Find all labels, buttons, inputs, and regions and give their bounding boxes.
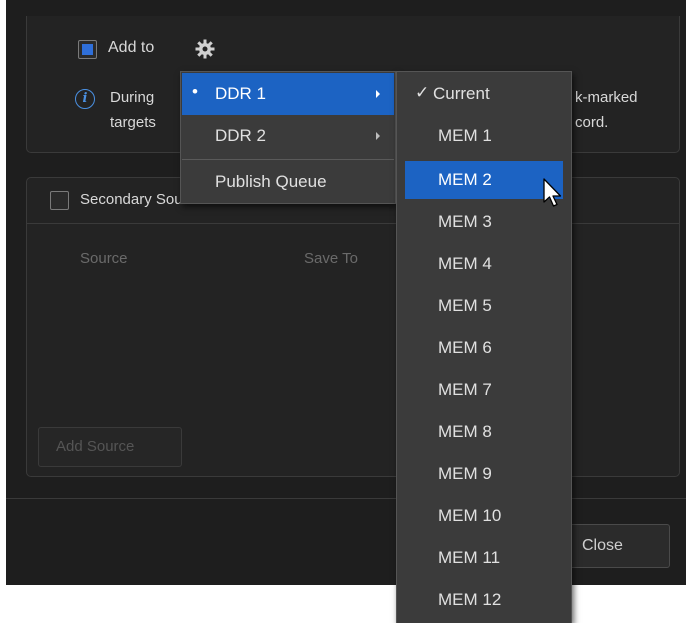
column-header-save-to: Save To <box>304 250 358 267</box>
submenu-item-mem7[interactable]: MEM 7 <box>405 371 563 409</box>
add-to-checkbox[interactable] <box>78 40 97 59</box>
menu-item-label: Publish Queue <box>215 172 327 191</box>
info-icon: i <box>75 89 95 109</box>
submenu-item-label: MEM 9 <box>438 464 492 483</box>
submenu-item-mem12[interactable]: MEM 12 <box>405 581 563 619</box>
submenu-item-label: MEM 10 <box>438 506 502 525</box>
submenu-item-label: MEM 1 <box>438 126 492 145</box>
submenu-item-mem6[interactable]: MEM 6 <box>405 329 563 367</box>
close-button[interactable]: Close <box>560 524 670 568</box>
info-text-line1: During <box>110 89 155 106</box>
submenu-item-label: MEM 5 <box>438 296 492 315</box>
menu-item-publish-queue[interactable]: Publish Queue <box>182 161 394 203</box>
info-text-line1-tail: k-marked <box>575 89 638 106</box>
menu-item-ddr1[interactable]: • DDR 1 <box>182 73 394 115</box>
info-text-line2: targets <box>110 114 156 131</box>
submenu-item-label: MEM 3 <box>438 212 492 231</box>
ddr1-submenu: ✓ Current MEM 1 MEM 2 MEM 3 MEM 4 MEM 5 … <box>396 71 572 623</box>
submenu-arrow-icon <box>376 132 380 140</box>
menu-item-ddr2[interactable]: DDR 2 <box>182 115 394 157</box>
info-text-line2-tail: cord. <box>575 114 609 131</box>
submenu-item-current[interactable]: ✓ Current <box>405 74 563 114</box>
submenu-item-label: MEM 8 <box>438 422 492 441</box>
submenu-item-label: MEM 4 <box>438 254 492 273</box>
submenu-item-mem2[interactable]: MEM 2 <box>405 161 563 199</box>
selected-bullet: • <box>192 82 198 101</box>
submenu-item-mem10[interactable]: MEM 10 <box>405 497 563 535</box>
check-icon: ✓ <box>415 83 430 102</box>
submenu-item-label: MEM 6 <box>438 338 492 357</box>
column-header-source: Source <box>80 250 128 267</box>
secondary-sources-checkbox[interactable] <box>50 191 69 210</box>
menu-separator <box>182 159 394 160</box>
add-to-menu: • DDR 1 DDR 2 Publish Queue <box>180 71 396 204</box>
submenu-item-label: MEM 12 <box>438 590 502 609</box>
mouse-pointer-icon <box>542 178 564 210</box>
menu-item-label: DDR 1 <box>215 84 267 103</box>
add-to-label: Add to <box>108 39 155 56</box>
submenu-item-mem11[interactable]: MEM 11 <box>405 539 563 577</box>
submenu-item-label: MEM 7 <box>438 380 492 399</box>
submenu-item-mem4[interactable]: MEM 4 <box>405 245 563 283</box>
submenu-item-mem5[interactable]: MEM 5 <box>405 287 563 325</box>
submenu-item-mem9[interactable]: MEM 9 <box>405 455 563 493</box>
submenu-item-label: MEM 2 <box>438 170 492 189</box>
submenu-item-mem8[interactable]: MEM 8 <box>405 413 563 451</box>
gear-icon[interactable] <box>194 38 216 60</box>
submenu-arrow-icon <box>376 90 380 98</box>
add-source-button[interactable]: Add Source <box>38 427 182 467</box>
checkbox-checked-fill <box>82 44 93 55</box>
submenu-item-label: MEM 11 <box>438 548 501 567</box>
submenu-item-mem1[interactable]: MEM 1 <box>405 117 563 155</box>
submenu-item-mem3[interactable]: MEM 3 <box>405 203 563 241</box>
submenu-item-label: Current <box>433 84 490 103</box>
menu-item-label: DDR 2 <box>215 126 267 145</box>
